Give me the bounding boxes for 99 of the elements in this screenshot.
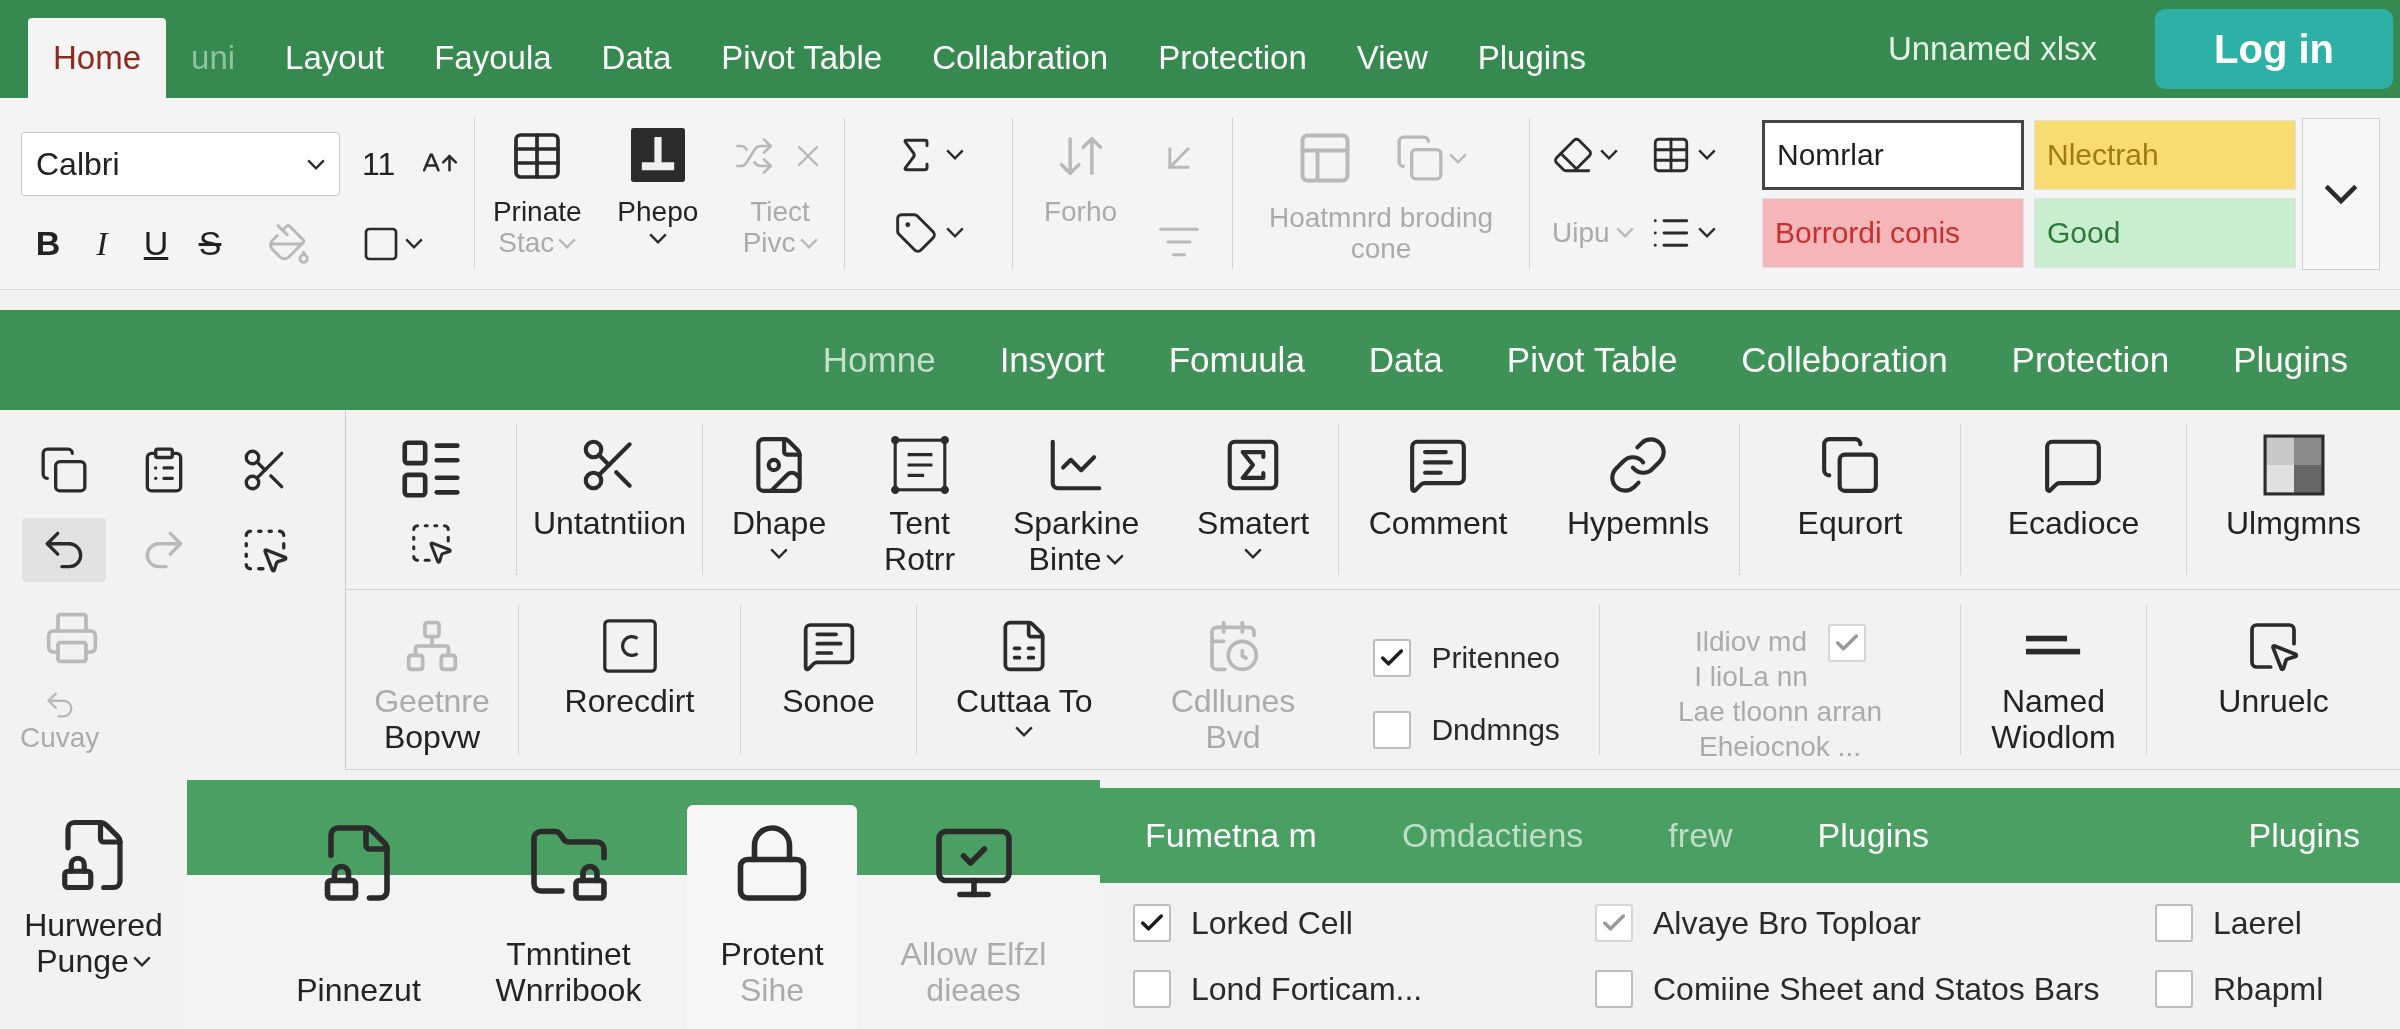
- caret-icon: [558, 237, 577, 249]
- ribbon-tab[interactable]: Insyort: [967, 320, 1137, 400]
- ribbon-tab[interactable]: Pinnezut: [267, 805, 450, 1029]
- caret-icon: [1600, 149, 1618, 160]
- checkbox[interactable]: [1595, 970, 1633, 1008]
- menu-tab[interactable]: Protection: [1133, 18, 1332, 98]
- copy-icon: [1395, 133, 1445, 183]
- file-name: Unnamed xlsx: [1887, 29, 2097, 70]
- font-size-value[interactable]: 11: [362, 140, 396, 188]
- ribbon-button[interactable]: Sonoe: [782, 618, 875, 720]
- caret-icon: [132, 956, 151, 968]
- checkbox[interactable]: [1373, 638, 1412, 677]
- ribbon-button[interactable]: Tent Rotrr: [884, 434, 956, 578]
- menu-tab[interactable]: View: [1331, 18, 1453, 98]
- ribbon-button[interactable]: Untatntiion: [533, 434, 686, 542]
- login-button[interactable]: Log in: [2155, 9, 2393, 89]
- caret-icon: [1615, 227, 1634, 238]
- checkbox[interactable]: [1133, 904, 1171, 942]
- caret-icon: [945, 227, 964, 238]
- italic-button[interactable]: I: [75, 218, 129, 269]
- quadrant-square-icon: [2262, 434, 2325, 496]
- ribbon-button[interactable]: Hypemnls: [1566, 434, 1710, 542]
- cell-style[interactable]: Nomrlar: [1762, 119, 2024, 190]
- caret-icon: [1244, 547, 1263, 559]
- ribbon-tab[interactable]: Fomuula: [1136, 320, 1337, 400]
- checkbox-label: Pritenneo: [1431, 640, 1560, 676]
- tag-icon: [893, 210, 938, 255]
- cell-style[interactable]: Good: [2034, 197, 2296, 268]
- ribbon-button[interactable]: Sparkine Binte: [1012, 434, 1140, 578]
- checkbox-label: Lorked Cell: [1191, 904, 1353, 943]
- menu-tab[interactable]: Home: [28, 18, 167, 98]
- caption-text: Eheiocnok ...: [1699, 729, 1861, 764]
- menu-tab[interactable]: Collabration: [907, 18, 1134, 98]
- caption-text: I lioLa nn: [1694, 659, 1808, 694]
- checkbox[interactable]: [1133, 970, 1171, 1008]
- caret-icon: [1105, 554, 1124, 566]
- font-select[interactable]: Calbri: [21, 132, 340, 196]
- ribbon-tab[interactable]: Data: [1336, 320, 1475, 400]
- arc-square-icon: [601, 618, 658, 674]
- ribbon-button[interactable]: Phepo: [617, 128, 699, 245]
- caret-icon: [770, 547, 789, 559]
- caret-icon: [1449, 152, 1467, 164]
- checkbox[interactable]: [2155, 904, 2193, 942]
- ribbon-tab[interactable]: Plugins: [2201, 320, 2380, 400]
- ribbon-tab[interactable]: Plugins: [2248, 810, 2360, 861]
- copy-icon: [39, 445, 89, 495]
- menu-tab[interactable]: Fayoula: [409, 18, 577, 98]
- caption-text: Ildiov md: [1694, 624, 1807, 659]
- menu-tab[interactable]: Plugins: [1452, 18, 1611, 98]
- underline-button[interactable]: U: [129, 218, 183, 269]
- caret-icon: [799, 237, 818, 249]
- checkbox-label: Rbapml: [2213, 970, 2324, 1009]
- caret-icon: [405, 238, 423, 249]
- checkbox-label: Laerel: [2213, 904, 2302, 943]
- checkbox-label: Dndmngs: [1431, 712, 1560, 748]
- caret-icon: [1015, 725, 1034, 737]
- checkbox-label: Alvaye Bro Toploar: [1653, 904, 1921, 943]
- ribbon-button[interactable]: Dhape: [731, 434, 827, 559]
- copy-icon: [1819, 434, 1881, 496]
- ribbon-button[interactable]: Hurwered Punge: [24, 816, 163, 980]
- network-icon: [404, 618, 460, 674]
- ribbon-button[interactable]: Unruelc: [2218, 618, 2329, 720]
- ribbon-tab[interactable]: Colleboration: [1709, 320, 1980, 400]
- ribbon-tab[interactable]: Plugins: [1817, 810, 1930, 861]
- ribbon-button[interactable]: Comment: [1368, 434, 1508, 542]
- menu-tab[interactable]: Layout: [260, 18, 410, 98]
- ribbon-tab[interactable]: Pivot Table: [1474, 320, 1710, 400]
- ribbon-button[interactable]: Ecadioce: [2007, 434, 2140, 542]
- ribbon-button[interactable]: Named Wiodlom: [1991, 618, 2116, 756]
- ribbon-tab[interactable]: Tmntinet Wnrribook: [450, 805, 687, 1029]
- text-box-icon: [888, 434, 951, 496]
- ribbon-button[interactable]: Rorecdirt: [564, 618, 695, 720]
- tool-button[interactable]: [22, 518, 106, 582]
- caret-icon: [2324, 183, 2358, 204]
- checkbox[interactable]: [2155, 970, 2193, 1008]
- menu-tab[interactable]: Data: [576, 18, 697, 98]
- ribbon-tab[interactable]: Protection: [1979, 320, 2202, 400]
- checkbox-label: Lond Forticam...: [1191, 970, 1423, 1009]
- caret-icon: [307, 158, 325, 170]
- menu-tab[interactable]: Pivot Table: [696, 18, 908, 98]
- shuffle-icon: [734, 136, 775, 176]
- ribbon-button[interactable]: Equrort: [1797, 434, 1903, 542]
- tag-button[interactable]: [893, 210, 964, 255]
- ribbon-button[interactable]: Smatert: [1197, 434, 1310, 559]
- bold-button[interactable]: B: [21, 218, 75, 269]
- ribbon-tab[interactable]: Fumetna m: [1145, 810, 1317, 861]
- caption-text: Lae tloonn arran: [1678, 694, 1882, 729]
- caret-icon: [945, 149, 964, 160]
- checkbox-label: Comiine Sheet and Statos Bars: [1653, 970, 2100, 1009]
- ribbon-button[interactable]: Cuttaa To: [956, 618, 1093, 737]
- caret-icon: [1698, 149, 1716, 160]
- cell-style[interactable]: Nlectrah: [2034, 119, 2296, 190]
- caret-icon: [648, 233, 667, 245]
- ribbon-button[interactable]: Ulmgmns: [2225, 434, 2362, 542]
- checkbox[interactable]: [1373, 710, 1412, 749]
- strikethrough-button[interactable]: S: [183, 218, 237, 269]
- cell-style[interactable]: Borrordi conis: [1762, 197, 2024, 268]
- caret-icon: [1698, 227, 1716, 238]
- stamp-icon: [630, 128, 685, 182]
